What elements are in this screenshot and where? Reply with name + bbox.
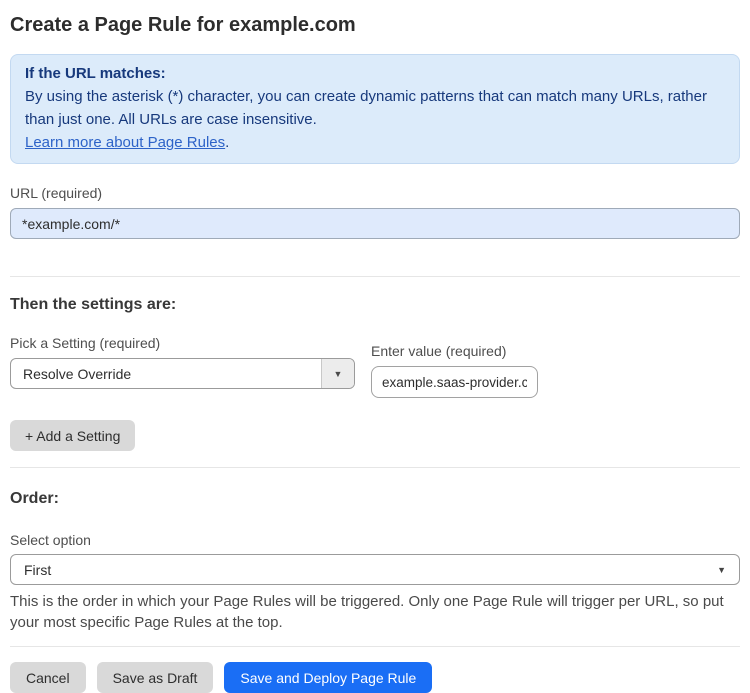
order-section-heading: Order: [10,490,59,507]
save-deploy-button[interactable]: Save and Deploy Page Rule [224,662,433,693]
settings-section-heading: Then the settings are: [10,296,177,313]
order-select[interactable]: First ▼ [10,554,740,585]
setting-value-input[interactable] [371,366,538,398]
url-input[interactable] [10,208,740,239]
info-box-heading: If the URL matches: [25,65,166,82]
info-box-body-text: By using the asterisk (*) character, you… [25,88,707,128]
url-match-info-box: If the URL matches: By using the asteris… [10,54,740,164]
learn-more-link[interactable]: Learn more about Page Rules [25,134,225,151]
section-divider [10,276,740,277]
url-field-label: URL (required) [10,185,103,201]
info-box-link-line: Learn more about Page Rules. [25,131,725,154]
info-box-body: By using the asterisk (*) character, you… [25,85,725,131]
chevron-down-icon: ▼ [333,368,343,379]
cancel-button[interactable]: Cancel [10,662,86,693]
pick-setting-column: Pick a Setting (required) Resolve Overri… [10,335,355,389]
page-title: Create a Page Rule for example.com [10,14,356,36]
order-help-text: This is the order in which your Page Rul… [10,593,724,631]
save-draft-button[interactable]: Save as Draft [96,662,214,693]
setting-row: Pick a Setting (required) Resolve Overri… [10,335,740,398]
chevron-down-icon: ▼ [717,564,726,575]
footer-divider [10,646,740,647]
order-select-label: Select option [10,532,91,548]
footer-actions: Cancel Save as Draft Save and Deploy Pag… [10,662,740,693]
pick-setting-dropdown[interactable]: Resolve Override ▼ [10,358,355,389]
enter-value-column: Enter value (required) [371,343,538,398]
create-page-rule-panel: Create a Page Rule for example.com If th… [0,0,750,693]
link-period: . [225,134,230,151]
pick-setting-selected-value: Resolve Override [23,365,132,382]
add-setting-button[interactable]: + Add a Setting [10,420,136,451]
dropdown-caret-button[interactable]: ▼ [321,359,354,388]
order-selected-value: First [24,561,52,578]
enter-value-label: Enter value (required) [371,343,507,359]
pick-setting-label: Pick a Setting (required) [10,335,161,351]
section-divider [10,467,740,468]
